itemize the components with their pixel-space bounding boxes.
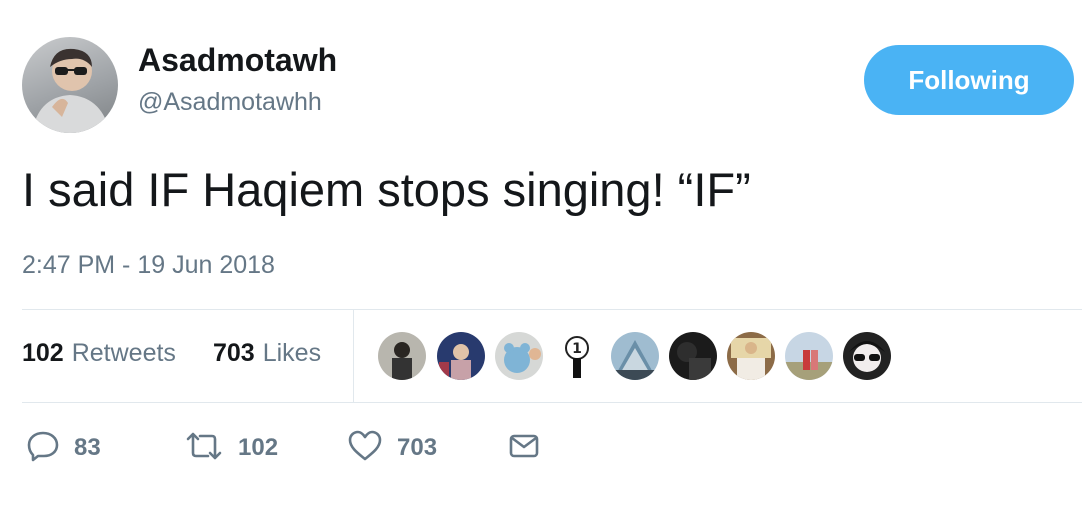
liker-avatar-4[interactable]: 1 [553, 332, 601, 380]
svg-text:1: 1 [572, 341, 582, 357]
reply-icon [26, 429, 60, 468]
liker-avatar-9[interactable] [843, 332, 891, 380]
like-icon [347, 429, 383, 468]
liker-avatar-3[interactable] [495, 332, 543, 380]
retweet-icon [184, 429, 224, 468]
reply-action[interactable]: 83 [26, 430, 101, 466]
author-handle[interactable]: @Asadmotawhh [138, 88, 322, 117]
liker-avatar-1[interactable] [378, 332, 426, 380]
message-icon [508, 431, 540, 466]
like-action[interactable]: 703 [347, 430, 437, 466]
retweets-stat-label: Retweets [71, 339, 176, 367]
stats-bottom-divider [22, 402, 1082, 403]
likes-stat-label: Likes [262, 339, 322, 367]
retweet-action[interactable]: 102 [184, 430, 278, 466]
liker-avatar-5[interactable] [611, 332, 659, 380]
tweet-text: I said IF Haqiem stops singing! “IF” [22, 163, 751, 216]
following-button[interactable]: Following [864, 45, 1074, 115]
liker-avatar-6[interactable] [669, 332, 717, 380]
author-display-name[interactable]: Asadmotawh [138, 42, 337, 79]
author-avatar[interactable] [22, 37, 118, 133]
liker-avatar-2[interactable] [437, 332, 485, 380]
tweet-timestamp[interactable]: 2:47 PM - 19 Jun 2018 [22, 251, 275, 280]
retweets-stat-count: 102 [22, 339, 64, 367]
reply-count: 83 [74, 434, 101, 461]
like-count: 703 [397, 434, 438, 461]
stats-top-divider [22, 309, 1082, 310]
likes-stat-count: 703 [213, 339, 255, 367]
retweets-stat[interactable]: 102 Retweets [22, 339, 176, 368]
retweet-count: 102 [238, 434, 279, 461]
liker-avatar-8[interactable] [785, 332, 833, 380]
direct-message-action[interactable] [508, 430, 540, 466]
liker-avatar-7[interactable] [727, 332, 775, 380]
likes-stat[interactable]: 703 Likes [213, 339, 321, 368]
stats-vertical-divider [353, 310, 354, 402]
